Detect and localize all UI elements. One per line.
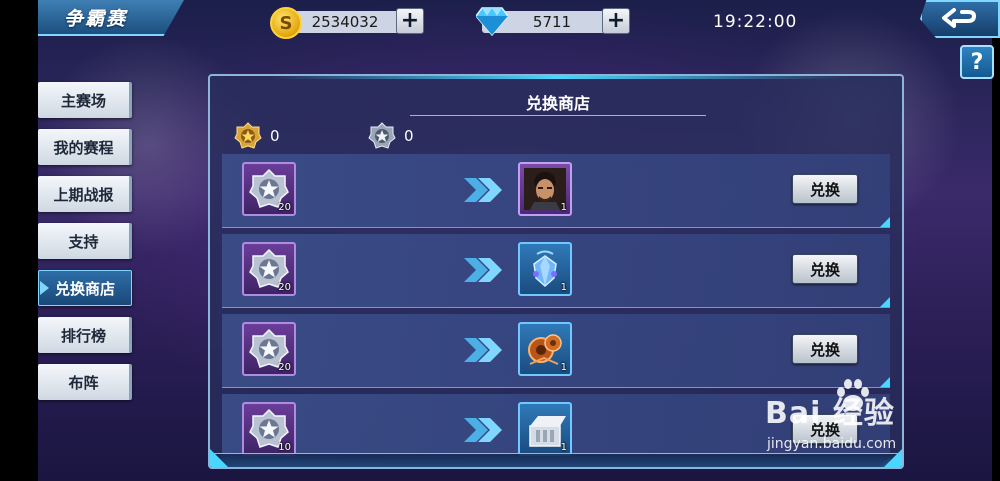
gold-amount: 2534032 [311,13,379,31]
clock-text: 19:22:00 [713,12,798,32]
exchange-row: 20 1 兑换 [222,154,890,228]
menu-label: 兑换商店 [54,279,115,298]
watermark-site: jingyan.baidu.com [767,436,897,452]
mode-title-tab: 争霸赛 [38,0,184,36]
cost-item-slot[interactable]: 20 [242,162,296,216]
cost-quantity: 20 [278,362,291,373]
menu-ranking[interactable]: 排行榜 [38,317,132,353]
panel-top-glow [270,76,846,79]
left-letterbox [0,0,38,481]
menu-label: 上期战报 [53,185,114,204]
menu-main-arena[interactable]: 主赛场 [38,82,132,118]
double-chevron-right-icon [464,338,502,362]
reward-item-slot[interactable]: 1 [518,402,572,456]
panel-corner-decoration [210,449,228,467]
mode-title: 争霸赛 [64,7,128,30]
menu-exchange-shop[interactable]: 兑换商店 [38,270,132,306]
exchange-button[interactable]: 兑换 [792,334,858,364]
back-arrow-icon [942,8,976,28]
menu-support[interactable]: 支持 [38,223,132,259]
menu-formation[interactable]: 布阵 [38,364,132,400]
menu-label: 主赛场 [60,91,106,110]
reward-item-slot[interactable]: 1 [518,322,572,376]
panel-title: 兑换商店 [525,93,590,113]
back-button[interactable] [920,0,1000,38]
diamond-icon [476,7,508,36]
active-arrow-icon [40,281,49,295]
menu-last-report[interactable]: 上期战报 [38,176,132,212]
double-chevron-right-icon [464,418,502,442]
diamond-currency: 5711 + [476,7,630,36]
silver-medal-count: 0 [404,127,414,145]
menu-label: 布阵 [68,373,99,392]
silver-medal-icon [368,122,396,149]
watermark-brand: Bai 经验 [765,396,895,431]
add-diamond-button[interactable]: + [602,8,630,34]
menu-label: 我的赛程 [53,138,114,157]
cost-quantity: 10 [278,442,291,453]
reward-item-slot[interactable]: 1 [518,242,572,296]
gold-medal-balance: 0 [234,122,280,150]
gold-coin-icon: S [270,7,302,39]
reward-quantity: 1 [560,442,567,453]
exchange-row: 20 1 兑换 [222,234,890,308]
cost-quantity: 20 [278,282,291,293]
menu-label: 排行榜 [60,326,106,345]
reward-quantity: 1 [560,362,567,373]
menu-label: 支持 [68,232,99,251]
cost-quantity: 20 [278,202,291,213]
add-gold-button[interactable]: + [396,8,424,34]
game-screen: 争霸赛 2534032 S + 5711 + 19:22:00 ? 主赛场 我的… [0,0,1000,481]
panel-title-bar: 兑换商店 [410,88,706,116]
gold-medal-count: 0 [270,127,280,145]
side-menu: 主赛场 我的赛程 上期战报 支持 兑换商店 排行榜 布阵 [38,82,134,411]
exchange-button[interactable]: 兑换 [792,254,858,284]
help-button[interactable]: ? [960,45,994,79]
double-chevron-right-icon [464,178,502,202]
gold-currency: 2534032 S + [270,7,424,39]
reward-quantity: 1 [560,202,567,213]
cost-item-slot[interactable]: 20 [242,322,296,376]
cost-item-slot[interactable]: 10 [242,402,296,456]
double-chevron-right-icon [464,258,502,282]
gold-medal-icon [234,122,262,149]
diamond-amount: 5711 [532,13,572,31]
cost-item-slot[interactable]: 20 [242,242,296,296]
menu-my-schedule[interactable]: 我的赛程 [38,129,132,165]
baidu-jingyan-watermark: Bai 经验 jingyan.baidu.com [765,372,965,462]
reward-item-slot[interactable]: 1 [518,162,572,216]
reward-quantity: 1 [560,282,567,293]
silver-medal-balance: 0 [368,122,414,150]
exchange-button[interactable]: 兑换 [792,174,858,204]
